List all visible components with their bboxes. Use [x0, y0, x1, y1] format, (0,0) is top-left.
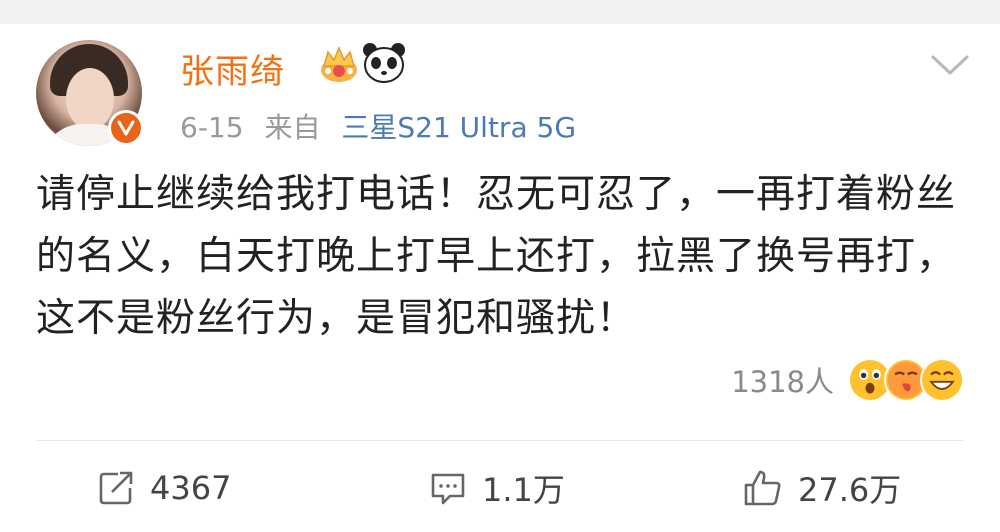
- comment-button[interactable]: 1.1万: [428, 462, 565, 514]
- reaction-count: 1318人: [731, 365, 834, 399]
- post-text: 请停止继续给我打电话！忍无可忍了，一再打着粉丝的名义，白天打晚上打早上还打，拉黑…: [36, 172, 957, 341]
- divider: [36, 440, 964, 441]
- reactions-summary[interactable]: 1318人: [731, 352, 964, 408]
- like-button[interactable]: 27.6万: [742, 462, 901, 514]
- post-date: 6-15: [180, 111, 244, 144]
- avatar-face: [66, 68, 114, 130]
- crown-icon: [321, 46, 357, 82]
- verified-badge-icon: [108, 110, 144, 146]
- repost-icon: [99, 471, 133, 505]
- comment-count: 1.1万: [482, 471, 565, 509]
- username[interactable]: 张雨绮: [180, 44, 285, 93]
- source-device-link[interactable]: 三星S21 Ultra 5G: [341, 111, 576, 144]
- repost-count: 4367: [150, 469, 232, 507]
- repost-button[interactable]: 4367: [96, 462, 231, 514]
- panda-icon: [363, 43, 405, 83]
- chevron-down-icon[interactable]: [930, 54, 970, 76]
- like-count: 27.6万: [798, 471, 902, 509]
- source-prefix: 来自: [264, 111, 321, 144]
- grin-emoji-icon: [920, 358, 964, 402]
- comment-icon: [431, 473, 465, 505]
- post-meta: 6-15 来自 三星S21 Ultra 5G: [180, 106, 588, 146]
- top-strip: [0, 0, 1000, 24]
- thumbs-up-icon: [744, 470, 781, 506]
